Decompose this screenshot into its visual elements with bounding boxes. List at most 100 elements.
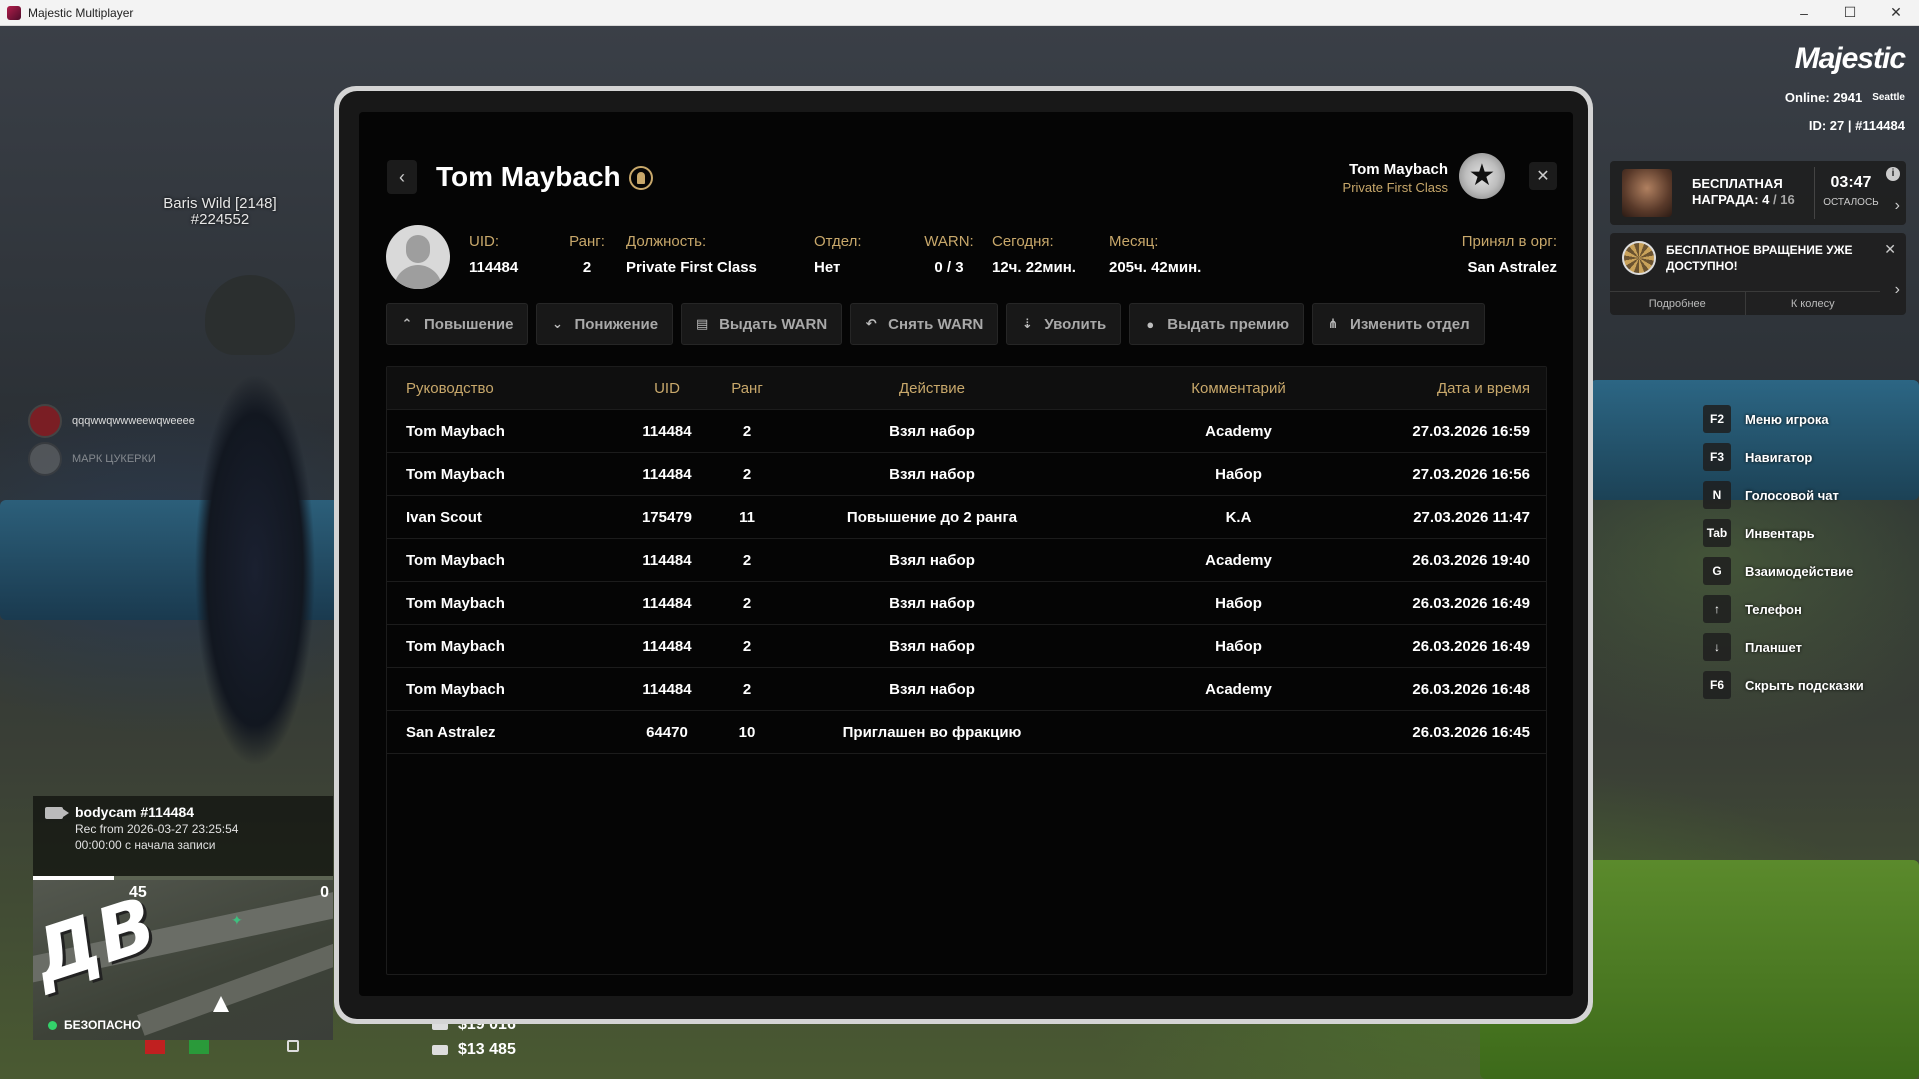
chevron-right-icon[interactable]: › bbox=[1895, 197, 1900, 215]
info-dept: Отдел: Нет bbox=[814, 233, 862, 276]
issue-warn-button[interactable]: ▤ Выдать WARN bbox=[681, 303, 843, 345]
free-spin-text: БЕСПЛАТНОЕ ВРАЩЕНИЕ УЖЕ ДОСТУПНО! bbox=[1666, 243, 1853, 273]
col-header-rank[interactable]: Ранг bbox=[712, 380, 782, 397]
cell-leader: San Astralez bbox=[406, 723, 496, 741]
hud-money-icon bbox=[189, 1040, 209, 1054]
hint-key: F3 bbox=[1703, 443, 1731, 471]
cell-datetime: 26.03.2026 16:48 bbox=[1412, 680, 1530, 698]
cell-leader: Tom Maybach bbox=[406, 465, 505, 483]
free-reward-label: БЕСПЛАТНАЯ НАГРАДА: 4 / 16 bbox=[1692, 176, 1795, 208]
player-id-line: ID: 27 | #114484 bbox=[1808, 118, 1905, 133]
cell-datetime: 26.03.2026 16:49 bbox=[1412, 637, 1530, 655]
table-row: Tom Maybach 114484 2 Взял набор Набор 26… bbox=[387, 625, 1546, 668]
hierarchy-icon: ⋔ bbox=[1327, 316, 1339, 331]
minimap-number-right: 0 bbox=[320, 884, 329, 901]
info-icon[interactable]: i bbox=[1886, 167, 1900, 181]
cell-leader: Tom Maybach bbox=[406, 594, 505, 612]
scene-officer-helmet bbox=[205, 275, 295, 355]
history-table: Руководство UID Ранг Действие Комментари… bbox=[386, 366, 1547, 975]
overhead-name: Baris Wild [2148] bbox=[163, 195, 277, 212]
cell-action: Взял набор bbox=[889, 637, 975, 655]
chevron-right-icon[interactable]: › bbox=[1895, 281, 1900, 299]
zone-status-dot-icon bbox=[48, 1020, 57, 1030]
cell-action: Взял набор bbox=[889, 680, 975, 698]
cell-comment: Academy bbox=[1205, 422, 1272, 440]
page-title: Tom Maybach bbox=[436, 161, 621, 192]
minimize-button[interactable]: – bbox=[1781, 0, 1827, 25]
overhead-nametag: Baris Wild [2148] #224552 bbox=[140, 196, 300, 228]
reward-image bbox=[1622, 169, 1672, 217]
remove-warn-button[interactable]: ↶ Снять WARN bbox=[850, 303, 999, 345]
col-header-leader[interactable]: Руководство bbox=[387, 380, 622, 397]
chevron-down-icon: ⌄ bbox=[552, 316, 563, 331]
minimap-blip-icon: ✦ bbox=[231, 912, 243, 928]
undo-icon: ↶ bbox=[865, 316, 877, 331]
hint-label: Планшет bbox=[1745, 639, 1802, 655]
bodycam-elapsed: 00:00:00 с начала записи bbox=[75, 838, 216, 852]
hud-card-icon bbox=[145, 1040, 165, 1054]
window-controls: – ☐ ✕ bbox=[1781, 0, 1919, 25]
close-icon[interactable]: ✕ bbox=[1884, 241, 1896, 258]
info-accepted: Принял в орг: San Astralez bbox=[1462, 233, 1557, 276]
nearby-player: МАРК ЦУКЕРКИ bbox=[28, 440, 195, 478]
cell-action: Взял набор bbox=[889, 594, 975, 612]
member-badge-icon bbox=[629, 166, 653, 190]
fire-button[interactable]: ⇣ Уволить bbox=[1006, 303, 1122, 345]
give-bonus-button[interactable]: ● Выдать премию bbox=[1129, 303, 1305, 345]
to-wheel-button[interactable]: К колесу bbox=[1746, 292, 1881, 315]
minimap: ДВ 45 0 ✦ bbox=[33, 880, 333, 1040]
hint-key: ↑ bbox=[1703, 595, 1731, 623]
table-row: Ivan Scout 175479 11 Повышение до 2 ранг… bbox=[387, 496, 1546, 539]
cell-rank: 2 bbox=[742, 637, 752, 655]
key-hints: F2 Меню игрока F3 Навигатор N Голосовой чат… bbox=[1703, 400, 1864, 704]
info-rank-value: 2 bbox=[582, 259, 592, 276]
info-accepted-label: Принял в орг: bbox=[1461, 233, 1557, 250]
remove-warn-label: Снять WARN bbox=[888, 315, 984, 333]
hint-item: G Взаимодействие bbox=[1703, 552, 1864, 590]
hint-label: Инвентарь bbox=[1745, 525, 1815, 541]
maximize-button[interactable]: ☐ bbox=[1827, 0, 1873, 25]
info-warn: WARN: 0 / 3 bbox=[919, 233, 979, 276]
online-count: Online: 2941 bbox=[1784, 90, 1863, 105]
server-name: Seattle bbox=[1872, 92, 1905, 103]
free-reward-widget[interactable]: БЕСПЛАТНАЯ НАГРАДА: 4 / 16 03:47 ОСТАЛОС… bbox=[1610, 161, 1906, 225]
player-avatar bbox=[28, 442, 62, 476]
brand-logo: Majestic bbox=[1794, 42, 1906, 75]
bodycam-rec: Rec from 2026-03-27 23:25:54 bbox=[75, 822, 239, 836]
promote-label: Повышение bbox=[424, 315, 514, 333]
cell-leader: Tom Maybach bbox=[406, 551, 505, 569]
col-header-datetime[interactable]: Дата и время bbox=[1395, 380, 1546, 397]
tablet-bezel: ‹ Tom Maybach Tom Maybach Private First … bbox=[339, 91, 1588, 1019]
back-button[interactable]: ‹ bbox=[387, 160, 417, 194]
col-header-action[interactable]: Действие bbox=[782, 380, 1082, 397]
info-uid-label: UID: bbox=[469, 233, 499, 250]
more-button[interactable]: Подробнее bbox=[1610, 292, 1746, 315]
info-today: Сегодня: 12ч. 22мин. bbox=[992, 233, 1076, 276]
cell-rank: 2 bbox=[742, 551, 752, 569]
change-dept-button[interactable]: ⋔ Изменить отдел bbox=[1312, 303, 1485, 345]
demote-button[interactable]: ⌄ Понижение bbox=[536, 303, 674, 345]
chevron-up-icon: ⌃ bbox=[401, 316, 413, 331]
col-header-uid[interactable]: UID bbox=[622, 380, 712, 397]
cell-datetime: 26.03.2026 16:45 bbox=[1412, 723, 1530, 741]
promote-button[interactable]: ⌃ Повышение bbox=[386, 303, 529, 345]
player-arrow-icon bbox=[213, 996, 229, 1012]
cell-leader: Tom Maybach bbox=[406, 422, 505, 440]
issue-warn-label: Выдать WARN bbox=[719, 315, 828, 333]
col-header-comment[interactable]: Комментарий bbox=[1082, 380, 1395, 397]
hint-label: Телефон bbox=[1745, 601, 1802, 617]
player-name: МАРК ЦУКЕРКИ bbox=[72, 453, 156, 465]
star-emblem-icon: ★ bbox=[1459, 153, 1505, 199]
action-toolbar: ⌃ Повышение ⌄ Понижение ▤ Выдать WARN ↶ … bbox=[386, 303, 1485, 345]
reward-timer-label: ОСТАЛОСЬ bbox=[1823, 197, 1879, 208]
table-row: Tom Maybach 114484 2 Взял набор Academy … bbox=[387, 668, 1546, 711]
close-button[interactable]: ✕ bbox=[1529, 162, 1557, 190]
header-user-name: Tom Maybach bbox=[1349, 161, 1448, 178]
cell-uid: 114484 bbox=[642, 637, 692, 655]
hint-key: N bbox=[1703, 481, 1731, 509]
free-spin-footer: Подробнее К колесу bbox=[1610, 291, 1880, 315]
avatar bbox=[386, 225, 450, 289]
cell-uid: 114484 bbox=[642, 594, 692, 612]
hint-item: ↓ Планшет bbox=[1703, 628, 1864, 666]
close-window-button[interactable]: ✕ bbox=[1873, 0, 1919, 25]
